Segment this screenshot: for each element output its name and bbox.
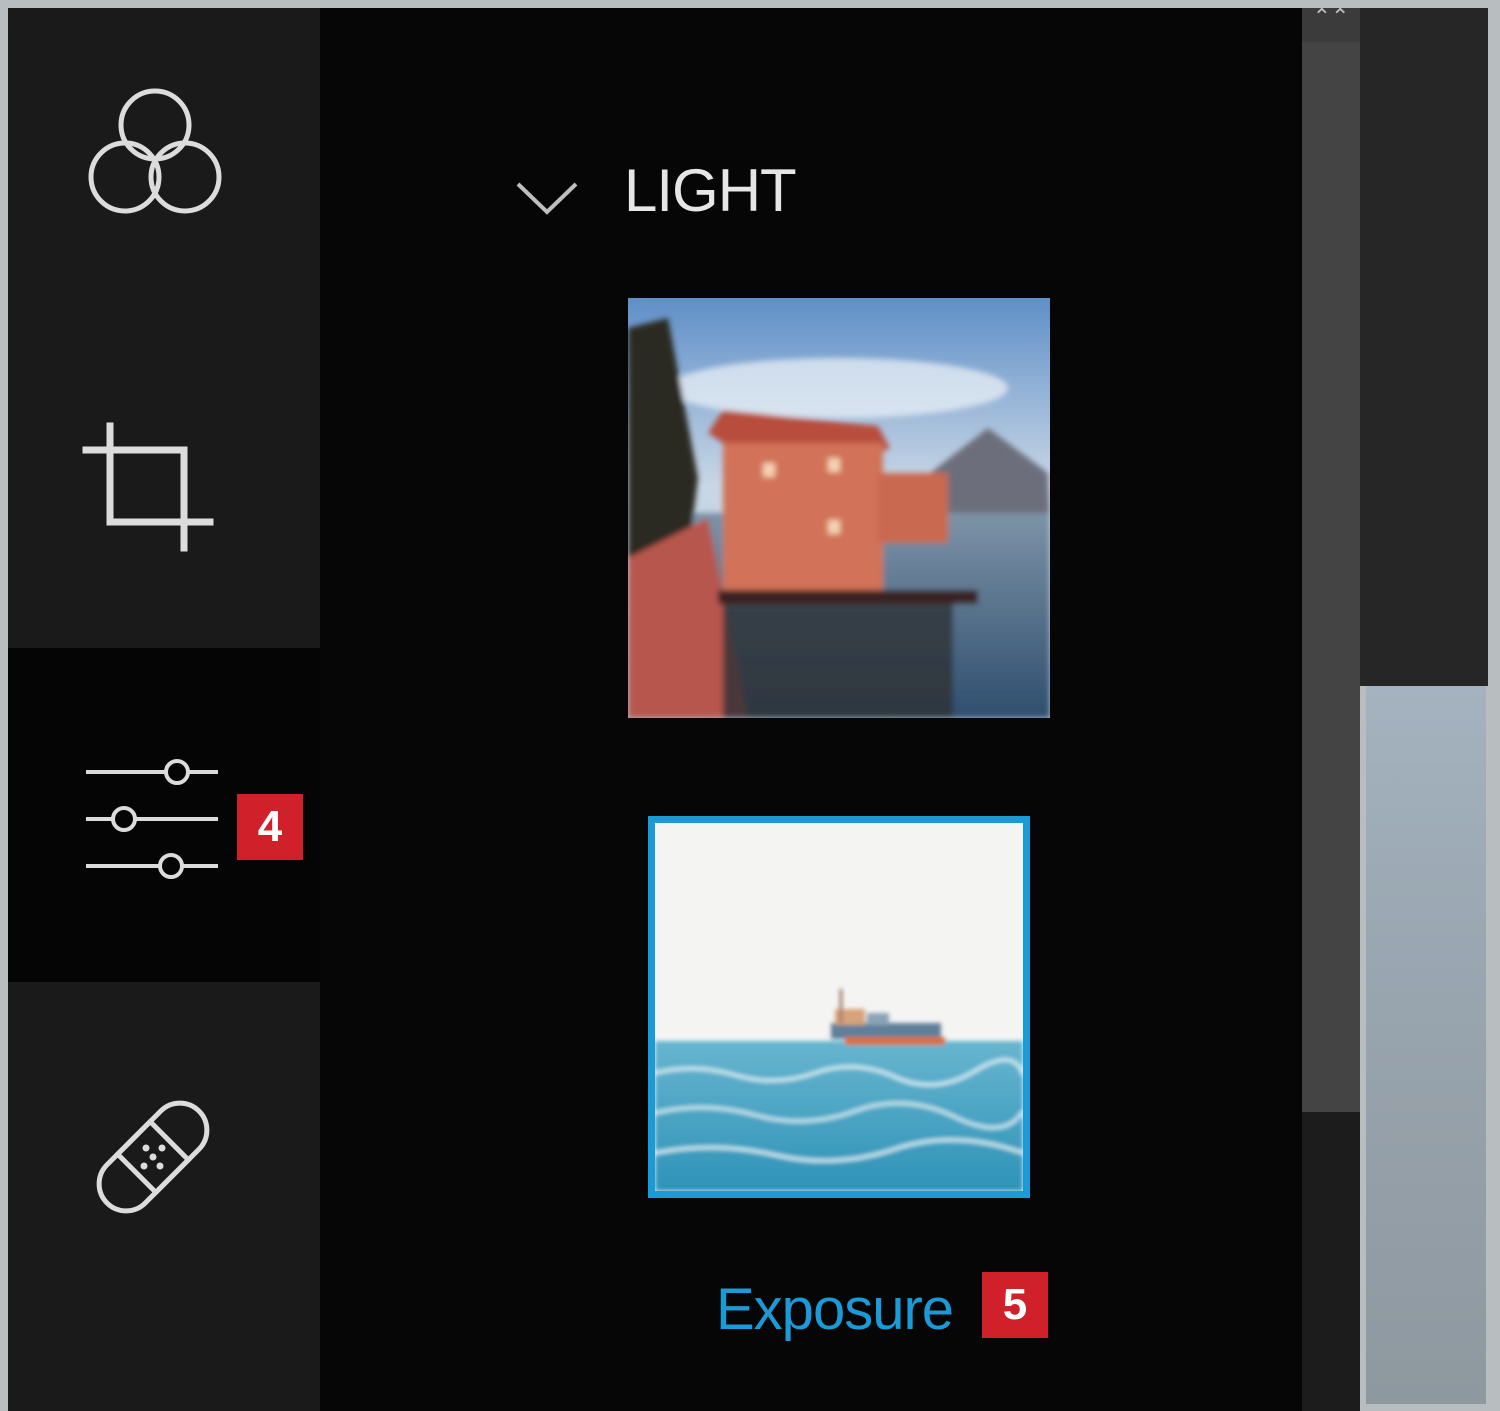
panel-scrollbar[interactable]: ⌃⌃ [1302, 6, 1360, 1411]
preset-thumbnail-boathouse[interactable] [628, 298, 1050, 718]
sea-boat-image [655, 823, 1023, 1191]
canvas-photo-edge [1366, 686, 1486, 1404]
rail-item-heal[interactable] [8, 982, 320, 1411]
color-circles-icon [88, 88, 222, 214]
crop-icon [82, 422, 214, 552]
tool-rail: 4 [8, 8, 328, 1411]
preset-label-exposure[interactable]: Exposure [716, 1276, 954, 1343]
chevron-down-icon [516, 182, 578, 215]
sliders-icon [86, 759, 218, 879]
rail-item-adjust[interactable]: 4 [8, 648, 328, 982]
scroll-thumb[interactable] [1302, 42, 1360, 1112]
rail-item-crop[interactable] [8, 338, 320, 648]
workspace-edge [1360, 8, 1488, 686]
step-badge-5: 5 [982, 1272, 1048, 1338]
boathouse-image [628, 298, 1050, 718]
bandage-icon [96, 1100, 210, 1214]
app-window: 4 LIGHT Exposure 5 ⌃⌃ [0, 0, 1500, 1411]
preset-thumbnail-sea-boat[interactable] [648, 816, 1030, 1198]
step-badge-4: 4 [237, 794, 303, 860]
scroll-up-button[interactable]: ⌃⌃ [1302, 6, 1360, 42]
section-title: LIGHT [624, 157, 797, 224]
rail-item-looks[interactable] [8, 8, 320, 338]
presets-panel: LIGHT Exposure 5 [320, 8, 1302, 1411]
